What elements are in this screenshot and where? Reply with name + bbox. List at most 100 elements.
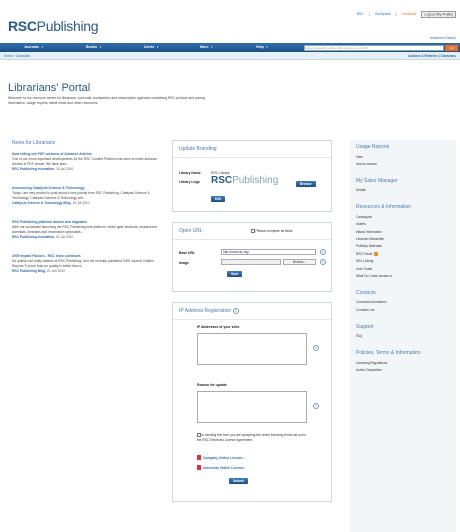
rss-icon <box>374 251 379 256</box>
help-icon[interactable]: i <box>313 403 319 409</box>
reason-field[interactable] <box>197 391 307 423</box>
open-url-checkbox[interactable] <box>251 229 255 233</box>
edit-branding-button[interactable]: Edit <box>211 196 226 202</box>
logo-browse-button[interactable]: Browse <box>296 181 316 187</box>
base-url-label: Base URL <box>179 251 196 255</box>
chevron-down-icon: ▼ <box>156 46 159 49</box>
news-item: Now rolling out PDF versions of Advance … <box>12 152 162 172</box>
sidebar-item-user-guide[interactable]: User Guide <box>350 265 456 272</box>
intro-text: Welcome to our resource centre for libra… <box>8 96 205 105</box>
sidebar-item-consortia[interactable]: Consortia Information <box>350 299 456 306</box>
submit-ip-button[interactable]: Submit <box>229 478 248 484</box>
help-icon[interactable]: i <box>320 259 326 265</box>
onespace-link[interactable]: OneSpace <box>375 12 391 16</box>
page-title: Librarians' Portal <box>8 82 91 94</box>
advanced-search-link[interactable]: Advanced Search <box>430 36 456 40</box>
chevron-down-icon: ▼ <box>210 46 214 49</box>
image-label: Image <box>179 261 189 265</box>
library-logo-preview: RSCPublishing <box>211 175 279 186</box>
reason-label: Reason for update <box>197 383 227 387</box>
sidebar-item-url-linking[interactable]: URL Linking <box>350 258 456 265</box>
image-path-field[interactable] <box>221 259 281 265</box>
licence-agree-checkbox[interactable] <box>197 433 201 437</box>
breadcrumb[interactable]: Home > Librarians <box>4 54 30 58</box>
open-url-panel: Open URL Please complete all fields Base… <box>172 222 332 292</box>
news-column: News for Librarians Now rolling out PDF … <box>12 140 162 288</box>
nav-alerts[interactable]: Alerts ▼ <box>144 43 159 52</box>
news-item-date: 21 Jun 2010 <box>46 269 65 273</box>
sidebar-item-catalogues[interactable]: Catalogues <box>350 213 456 220</box>
sidebar: Usage Reports View How to access My Sale… <box>350 140 456 532</box>
sidebar-item-how-to-access[interactable]: How to access <box>350 160 456 167</box>
image-browse-button[interactable]: Browse... <box>283 259 316 265</box>
rsc-link[interactable]: RSC <box>357 12 364 16</box>
news-item: Announcing Catalysis Science & Technolog… <box>12 186 162 206</box>
breadcrumb-bar: Home > Librarians Authors & Referees | L… <box>0 52 460 60</box>
sidebar-heading-support: Support <box>356 323 374 330</box>
sidebar-item-faq[interactable]: FAQ <box>350 333 456 340</box>
news-heading: News for Librarians <box>12 140 56 146</box>
news-item-source[interactable]: RSC Publishing Innovation, 19 Jul 2010 <box>12 167 162 172</box>
sidebar-item-access[interactable]: What Do I have access to <box>350 272 456 279</box>
university-licence-row[interactable]: University Online Licence... <box>197 465 246 471</box>
sidebar-item-rss-feeds[interactable]: RSS Feeds <box>350 250 456 257</box>
feedback-link[interactable]: Feedback <box>402 12 417 16</box>
sidebar-heading-usage-reports: Usage Reports <box>356 144 390 150</box>
sidebar-item-contacts-list[interactable]: Contacts List <box>350 306 456 313</box>
separator: | <box>368 12 370 16</box>
company-licence-row[interactable]: Company Online Licence... <box>197 455 245 461</box>
news-item-source[interactable]: Catalysis Science & Technology Blog, 15 … <box>12 201 162 206</box>
ip-registration-heading: IP Address Registration i <box>173 303 331 320</box>
news-item-body: Today I am very excited to post about a … <box>12 191 150 200</box>
news-item-source[interactable]: RSC Publishing Blog, 21 Jun 2010 <box>12 269 162 274</box>
sidebar-item-author-disposition[interactable]: Author Disposition <box>350 367 456 374</box>
nav-help[interactable]: Help ▼ <box>256 43 268 52</box>
logout-button[interactable]: Logout (My Profile) <box>421 10 456 18</box>
nav-books[interactable]: Books ▼ <box>86 43 102 52</box>
university-licence-link[interactable]: University Online Licence... <box>203 466 246 470</box>
news-item-body: It's quietly had really matters at RSC P… <box>12 259 154 268</box>
news-item-date: 15 Jul 2010 <box>72 201 90 205</box>
sidebar-item-librarian-newsletter[interactable]: Librarian Newsletter <box>350 235 456 242</box>
base-url-field[interactable]: http://www.rsc.org/ <box>221 249 316 255</box>
ip-registration-panel: IP Address Registration i IP Addresses o… <box>172 302 332 502</box>
help-icon[interactable]: i <box>313 345 319 351</box>
chevron-down-icon: ▼ <box>40 46 44 49</box>
settings-column: Update Branding Library Name RSC Library… <box>172 140 342 502</box>
news-item-body: After our successful launching the RSC P… <box>12 225 158 234</box>
pdf-icon <box>197 455 201 461</box>
news-item-source[interactable]: RSC Publishing Innovation, 02 Jul 2010 <box>12 235 162 240</box>
sidebar-item-ebook-information[interactable]: eBook Information <box>350 228 456 235</box>
top-links: RSC | OneSpace | Feedback Logout (My Pro… <box>353 10 456 18</box>
nav-more[interactable]: More ▼ <box>200 43 213 52</box>
sidebar-item-publicity-materials[interactable]: Publicity Materials <box>350 243 456 250</box>
sidebar-item-licensing[interactable]: Licensing Regulations <box>350 359 456 366</box>
sidebar-heading-policies: Policies, Terms & Information <box>356 350 421 357</box>
search-input[interactable]: Enter keywords, author, title, reference… <box>304 44 444 51</box>
save-open-url-button[interactable]: Save <box>227 271 243 277</box>
audience-links[interactable]: Authors & Referees | Librarians <box>408 54 456 58</box>
chevron-down-icon: ▼ <box>98 46 102 49</box>
search-go-button[interactable]: Go <box>445 44 458 51</box>
pdf-icon <box>197 465 201 471</box>
sidebar-item-ealerts[interactable]: eAlerts <box>350 221 456 228</box>
branding-panel: Update Branding Library Name RSC Library… <box>172 140 332 212</box>
sidebar-item-details[interactable]: Details <box>350 187 456 194</box>
main-nav: Journals ▼ Books ▼ Alerts ▼ More ▼ Help ▼ Ent… <box>0 43 460 52</box>
help-icon[interactable]: i <box>232 308 239 314</box>
top-bar: RSCPublishing RSC | OneSpace | Feedback … <box>0 0 460 40</box>
branding-heading: Update Branding <box>173 141 331 158</box>
ip-addresses-label: IP Addresses of your sites <box>197 325 240 329</box>
library-logo-label: Library Logo <box>179 180 200 184</box>
news-item: 2009 Impact Factors - RSC rises continue… <box>12 254 162 274</box>
rsc-publishing-logo[interactable]: RSCPublishing <box>8 18 99 34</box>
separator: | <box>395 12 397 16</box>
nav-journals[interactable]: Journals ▼ <box>24 43 44 52</box>
licence-agree-row[interactable]: In sending this form you are accepting t… <box>197 433 311 442</box>
sidebar-item-view[interactable]: View <box>350 153 456 160</box>
ip-addresses-field[interactable] <box>197 333 307 365</box>
chevron-down-icon: ▼ <box>265 46 269 49</box>
open-url-checkbox-row[interactable]: Please complete all fields <box>251 229 293 233</box>
company-licence-link[interactable]: Company Online Licence... <box>203 456 245 460</box>
help-icon[interactable]: i <box>320 249 326 255</box>
